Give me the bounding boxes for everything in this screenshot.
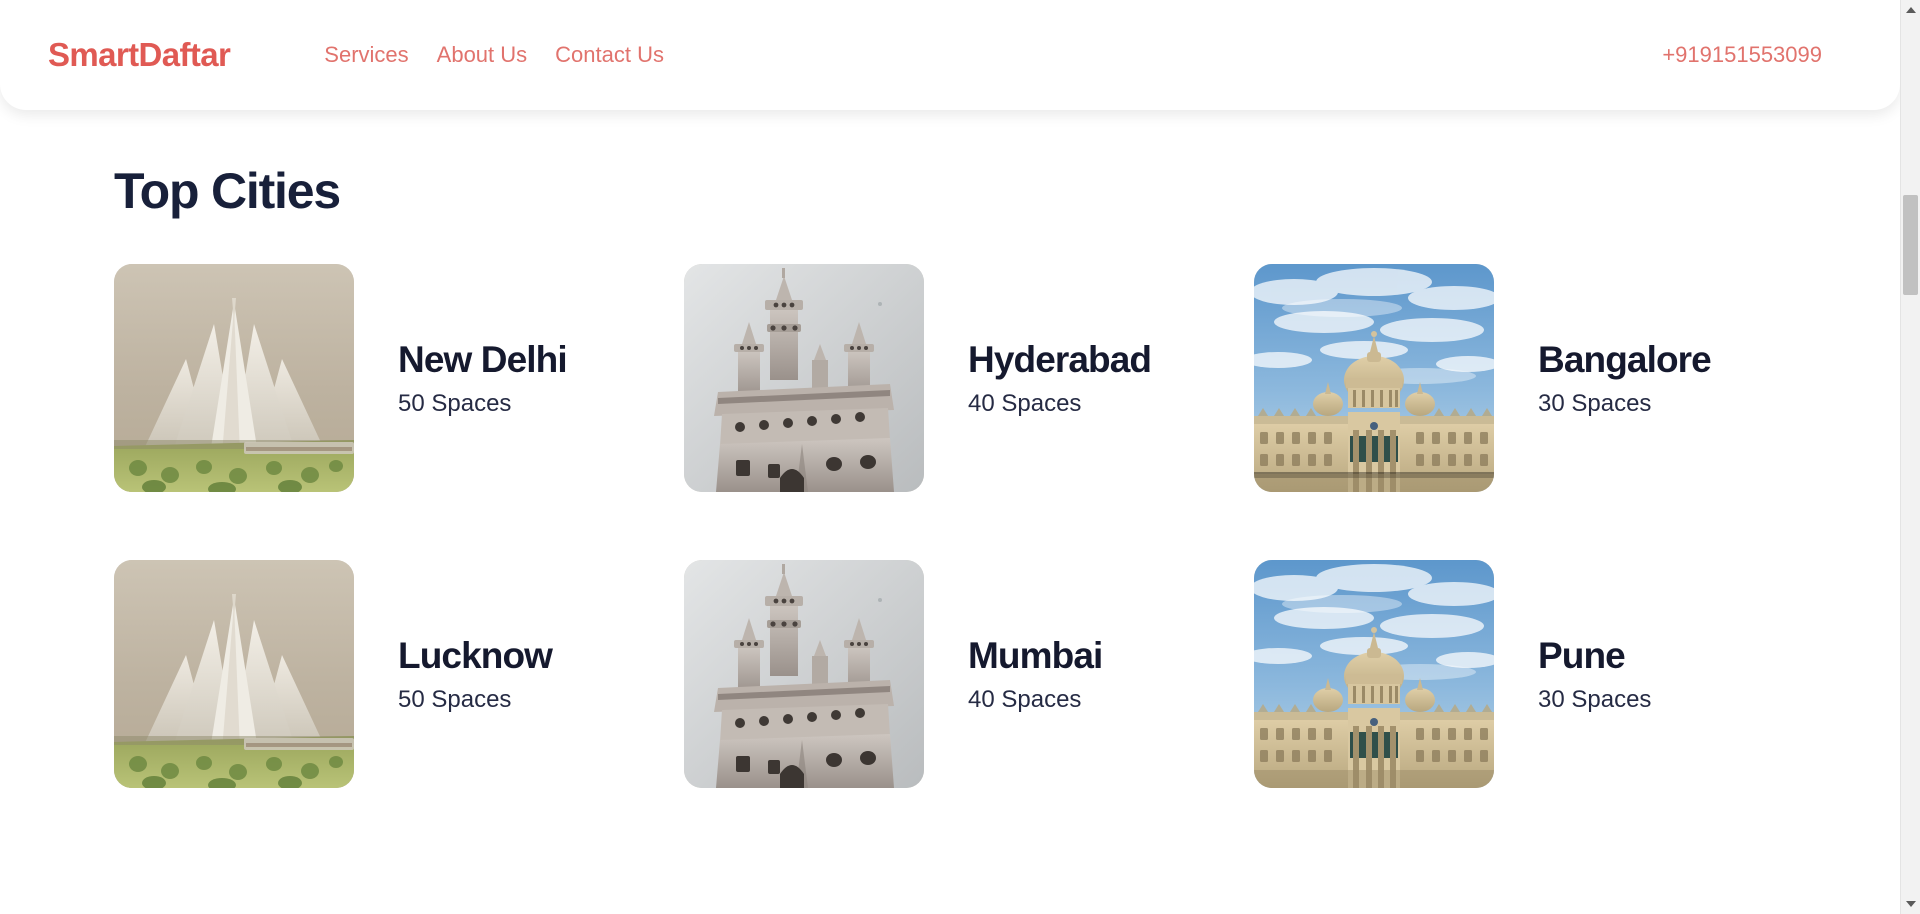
city-card[interactable]: New Delhi 50 Spaces [114, 264, 684, 492]
city-card[interactable]: Mumbai 40 Spaces [684, 560, 1254, 788]
city-spaces: 40 Spaces [968, 685, 1082, 713]
phone-number-link[interactable]: +919151553099 [1662, 42, 1822, 68]
city-spaces: 50 Spaces [398, 389, 512, 417]
page-title: Top Cities [114, 163, 341, 219]
nav-link-about-us[interactable]: About Us [435, 38, 530, 72]
scrollbar-thumb[interactable] [1903, 195, 1918, 295]
city-name: New Delhi [398, 338, 568, 380]
page-scrollbar[interactable] [1900, 0, 1920, 914]
scroll-up-arrow-icon[interactable] [1901, 0, 1920, 20]
city-spaces: 40 Spaces [968, 389, 1082, 417]
lotus-temple-image [114, 560, 354, 788]
city-name: Bangalore [1538, 338, 1712, 380]
city-info: Mumbai 40 Spaces [968, 634, 1103, 713]
city-spaces: 30 Spaces [1538, 685, 1652, 713]
main-content: Top Cities New Delhi 50 Spaces Hyderabad… [0, 162, 1900, 788]
brand-logo[interactable]: SmartDaftar [48, 36, 231, 74]
city-info: Hyderabad 40 Spaces [968, 338, 1152, 417]
city-spaces: 30 Spaces [1538, 389, 1652, 417]
vidhana-soudha-image [1254, 264, 1494, 492]
city-info: Pune 30 Spaces [1538, 637, 1651, 712]
top-cities-grid: New Delhi 50 Spaces Hyderabad 40 Spaces … [114, 264, 1774, 788]
site-header: SmartDaftar Services About Us Contact Us… [0, 0, 1900, 110]
page-viewport: SmartDaftar Services About Us Contact Us… [0, 0, 1900, 914]
city-name: Hyderabad [968, 338, 1152, 380]
city-card[interactable]: Lucknow 50 Spaces [114, 560, 684, 788]
city-info: New Delhi 50 Spaces [398, 338, 568, 417]
main-navigation: Services About Us Contact Us [322, 38, 666, 72]
chevron-up-icon [1905, 7, 1916, 13]
charminar-image [684, 560, 924, 788]
city-spaces: 50 Spaces [398, 685, 512, 713]
city-info: Lucknow 50 Spaces [398, 634, 553, 713]
lotus-temple-image [114, 264, 354, 492]
city-name: Lucknow [398, 634, 553, 676]
chevron-down-icon [1905, 901, 1916, 907]
charminar-image [684, 264, 924, 492]
vidhana-soudha-image [1254, 560, 1494, 788]
city-name: Mumbai [968, 634, 1103, 676]
city-info: Bangalore 30 Spaces [1538, 338, 1712, 417]
nav-link-services[interactable]: Services [322, 38, 410, 72]
city-name: Pune [1538, 634, 1626, 676]
city-card[interactable]: Hyderabad 40 Spaces [684, 264, 1254, 492]
scroll-down-arrow-icon[interactable] [1901, 894, 1920, 914]
city-card[interactable]: Pune 30 Spaces [1254, 560, 1824, 788]
nav-link-contact-us[interactable]: Contact Us [553, 38, 666, 72]
city-card[interactable]: Bangalore 30 Spaces [1254, 264, 1824, 492]
